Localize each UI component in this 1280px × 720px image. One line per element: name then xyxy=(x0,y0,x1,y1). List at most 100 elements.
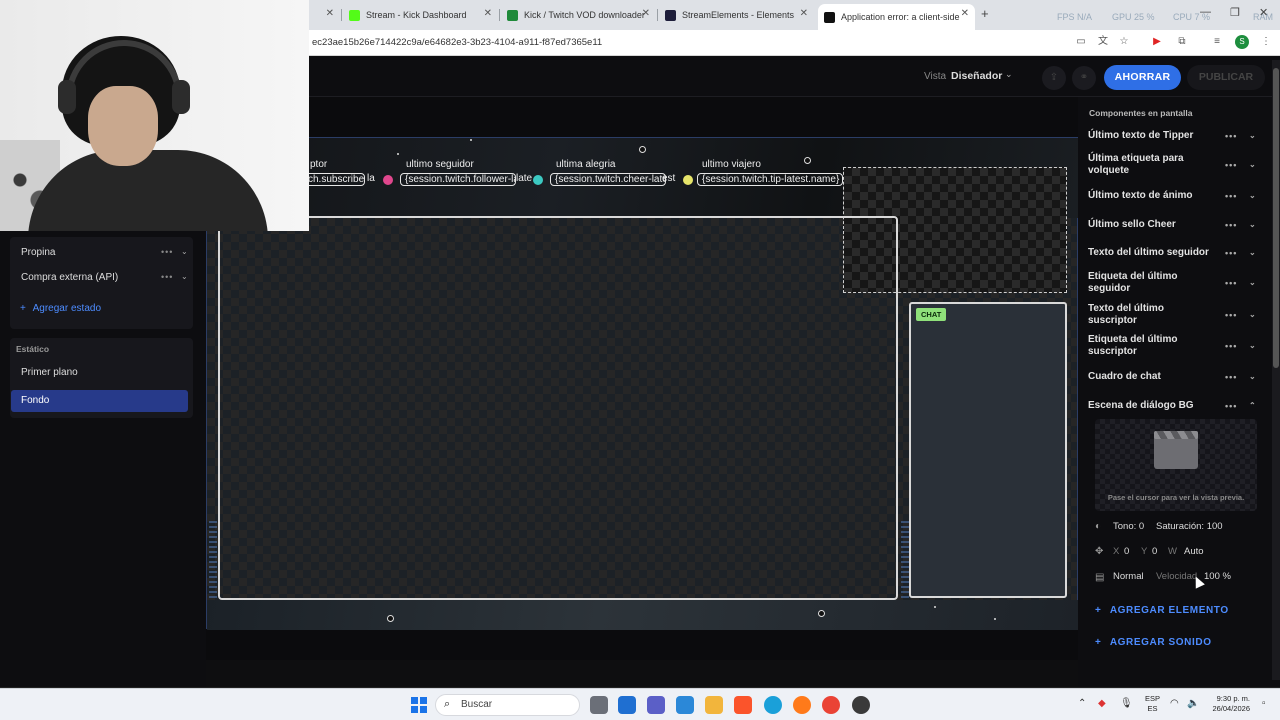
add-element-button[interactable]: + AGREGAR ELEMENTO xyxy=(1095,605,1229,616)
publish-button[interactable]: PUBLICAR xyxy=(1187,65,1265,90)
chrome-icon[interactable] xyxy=(822,696,840,714)
component-item[interactable]: Texto del último seguidor ••• ⌄ xyxy=(1088,247,1262,259)
teams-icon[interactable] xyxy=(647,696,665,714)
notifications-icon[interactable]: ▫ xyxy=(1262,698,1266,709)
more-icon[interactable]: ••• xyxy=(1225,400,1237,412)
hue-value[interactable]: Tono: 0 xyxy=(1113,521,1144,532)
minimize-icon[interactable]: — xyxy=(1200,6,1211,18)
save-button[interactable]: AHORRAR xyxy=(1104,65,1181,90)
transform-handle[interactable] xyxy=(804,157,811,164)
component-item[interactable]: Último texto de ánimo ••• ⌄ xyxy=(1088,190,1262,202)
close-window-icon[interactable]: ✕ xyxy=(1259,6,1268,19)
add-sound-button[interactable]: + AGREGAR SONIDO xyxy=(1095,637,1212,648)
share-icon[interactable]: ⇪ xyxy=(1042,66,1066,90)
close-icon[interactable]: ✕ xyxy=(326,8,334,19)
tray-app-icon[interactable]: ◆ xyxy=(1098,698,1106,709)
ticker-value-cheer[interactable]: {session.twitch.cheer-latest} xyxy=(550,173,666,186)
component-item[interactable]: Última etiqueta para volquete ••• ⌄ xyxy=(1088,153,1256,177)
component-item[interactable]: Etiqueta del último seguidor ••• ⌄ xyxy=(1088,271,1256,295)
microphone-icon[interactable]: 🎙 xyxy=(1120,698,1133,709)
kebab-menu-icon[interactable]: ⋮ xyxy=(1260,36,1272,48)
component-item[interactable]: Último sello Cheer ••• ⌄ xyxy=(1088,219,1262,231)
more-icon[interactable]: ••• xyxy=(1225,340,1237,352)
media-icon[interactable]: ≡ xyxy=(1211,36,1223,48)
close-icon[interactable]: ✕ xyxy=(961,8,969,19)
store-icon[interactable] xyxy=(676,696,694,714)
chevron-down-icon[interactable]: ⌄ xyxy=(1005,69,1013,80)
ticker-value-subscriber[interactable]: ch.subscriber-latest xyxy=(303,173,365,186)
transform-handle[interactable] xyxy=(387,615,394,622)
chevron-down-icon[interactable]: ⌄ xyxy=(1249,309,1256,321)
close-icon[interactable]: ✕ xyxy=(484,8,492,19)
state-item-propina[interactable]: Propina xyxy=(21,247,55,258)
chevron-down-icon[interactable]: ⌄ xyxy=(181,272,188,281)
component-item[interactable]: Texto del último suscriptor ••• ⌄ xyxy=(1088,303,1256,327)
bookmark-star-icon[interactable]: ☆ xyxy=(1118,36,1130,48)
chevron-down-icon[interactable]: ⌄ xyxy=(1249,130,1256,142)
more-icon[interactable]: ••• xyxy=(1225,277,1237,289)
volume-icon[interactable]: 🔈 xyxy=(1187,698,1199,709)
more-icon[interactable]: ••• xyxy=(1225,371,1237,383)
more-icon[interactable]: ••• xyxy=(1225,190,1237,202)
w-input[interactable]: Auto xyxy=(1184,546,1204,557)
clipboard-icon[interactable]: ▭ xyxy=(1075,36,1087,48)
wifi-icon[interactable]: ◠ xyxy=(1170,698,1179,709)
clock[interactable]: 9:30 p. m. 26/04/2026 xyxy=(1205,694,1250,714)
main-scene-frame[interactable] xyxy=(218,216,898,600)
firefox-icon[interactable] xyxy=(793,696,811,714)
url-text[interactable]: ec23ae15b26e714422c9a/e64682e3-3b23-4104… xyxy=(312,37,602,48)
more-icon[interactable]: ••• xyxy=(1225,130,1237,142)
layer-fondo[interactable]: Fondo xyxy=(11,390,188,412)
chevron-up-icon[interactable]: ⌃ xyxy=(1249,400,1256,412)
maximize-icon[interactable]: ❐ xyxy=(1230,6,1240,19)
y-input[interactable]: 0 xyxy=(1152,546,1157,557)
mail-icon[interactable] xyxy=(618,696,636,714)
more-icon[interactable]: ••• xyxy=(161,247,173,257)
transform-handle[interactable] xyxy=(639,146,646,153)
windows-start-icon[interactable] xyxy=(411,697,427,713)
obs-icon[interactable] xyxy=(852,696,870,714)
media-preview[interactable]: Pase el cursor para ver la vista previa. xyxy=(1095,419,1257,511)
translate-icon[interactable]: 文 xyxy=(1097,36,1109,48)
taskbar-search[interactable]: ⌕ Buscar xyxy=(435,694,580,716)
editor-canvas[interactable]: ptor ch.subscriber-latest la ultimo segu… xyxy=(206,97,1079,660)
chevron-up-icon[interactable]: ⌃ xyxy=(1078,698,1086,709)
blend-mode-select[interactable]: Normal xyxy=(1113,571,1144,582)
group-icon[interactable]: ⚭ xyxy=(1072,66,1096,90)
transform-handle[interactable] xyxy=(818,610,825,617)
layer-primer-plano[interactable]: Primer plano xyxy=(11,362,188,384)
chevron-down-icon[interactable]: ⌄ xyxy=(181,247,188,256)
youtube-extension-icon[interactable]: ▶ xyxy=(1151,36,1163,48)
speed-input[interactable]: 100 % xyxy=(1204,571,1231,582)
chevron-down-icon[interactable]: ⌄ xyxy=(1249,371,1256,383)
file-explorer-icon[interactable] xyxy=(705,696,723,714)
saturation-value[interactable]: Saturación: 100 xyxy=(1156,521,1223,532)
close-icon[interactable]: ✕ xyxy=(800,8,808,19)
new-tab-button[interactable]: + xyxy=(981,6,989,21)
browser-tab-streamelements[interactable]: StreamElements - Elements ✕ xyxy=(659,4,814,26)
component-item[interactable]: Cuadro de chat ••• ⌄ xyxy=(1088,371,1262,383)
browser-tab-vod-downloader[interactable]: Kick / Twitch VOD downloader ✕ xyxy=(501,4,656,26)
add-state-button[interactable]: + Agregar estado xyxy=(20,303,101,314)
chevron-down-icon[interactable]: ⌄ xyxy=(1249,277,1256,289)
chevron-down-icon[interactable]: ⌄ xyxy=(1249,247,1256,259)
edge-icon[interactable] xyxy=(764,696,782,714)
ticker-value-follower[interactable]: {session.twitch.follower-latest xyxy=(400,173,516,186)
chevron-down-icon[interactable]: ⌄ xyxy=(1249,219,1256,231)
brave-icon[interactable] xyxy=(734,696,752,714)
chat-box[interactable]: CHAT xyxy=(909,302,1067,598)
more-icon[interactable]: ••• xyxy=(161,272,173,282)
chevron-down-icon[interactable]: ⌄ xyxy=(1249,159,1256,171)
component-item[interactable]: Último texto de Tipper ••• ⌄ xyxy=(1088,130,1262,142)
language-indicator[interactable]: ESP ES xyxy=(1145,694,1160,714)
close-icon[interactable]: ✕ xyxy=(642,8,650,19)
more-icon[interactable]: ••• xyxy=(1225,247,1237,259)
ticker-value-tip[interactable]: {session.twitch.tip-latest.name} xyxy=(697,173,843,186)
component-item[interactable]: Etiqueta del último suscriptor ••• ⌄ xyxy=(1088,334,1256,358)
overlay-stage[interactable]: ptor ch.subscriber-latest la ultimo segu… xyxy=(206,137,1079,630)
component-item-expanded[interactable]: Escena de diálogo BG ••• ⌃ xyxy=(1088,400,1262,412)
task-view-icon[interactable] xyxy=(590,696,608,714)
extensions-icon[interactable]: ⧉ xyxy=(1176,36,1188,48)
more-icon[interactable]: ••• xyxy=(1225,219,1237,231)
state-item-compra-externa[interactable]: Compra externa (API) xyxy=(21,272,118,283)
